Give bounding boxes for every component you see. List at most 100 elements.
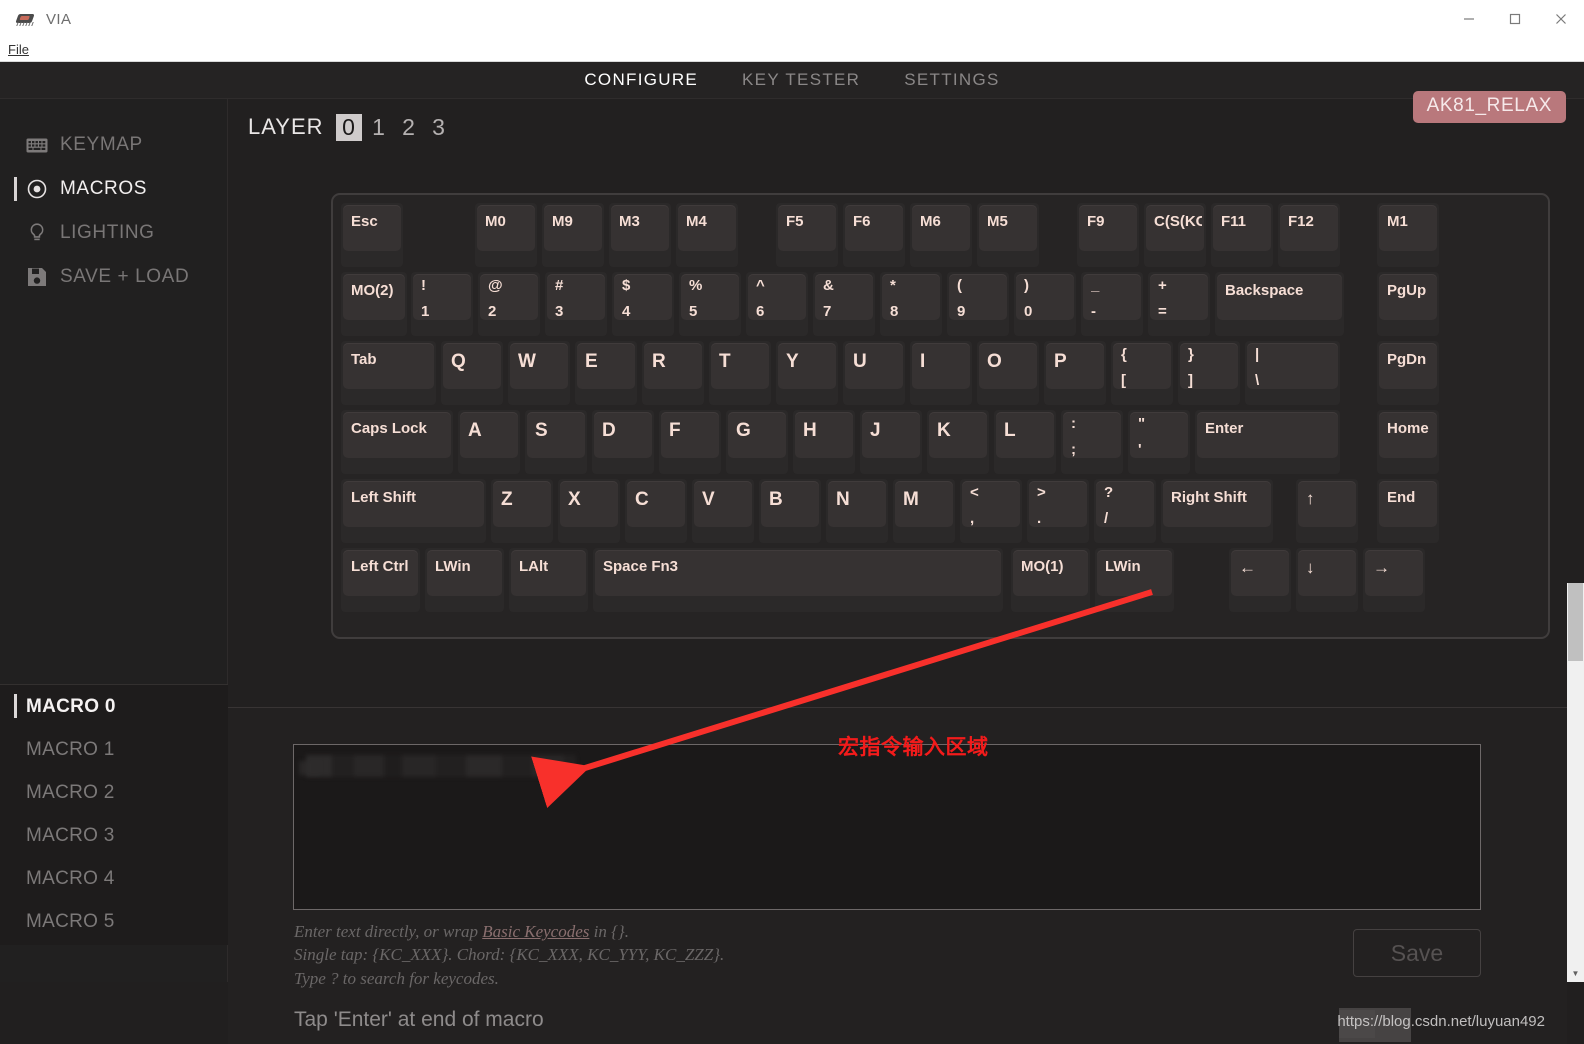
key-[interactable]: @2 [478,272,540,336]
sidebar-item-keymap[interactable]: KEYMAP [0,123,227,167]
scroll-down-icon[interactable]: ▼ [1567,965,1584,982]
key-[interactable]: | \ [1245,341,1340,405]
key-q[interactable]: Q [441,341,503,405]
key-f[interactable]: F [659,410,721,474]
key-lwin[interactable]: LWin [1095,548,1174,612]
key-f6[interactable]: F6 [843,203,905,267]
key-f12[interactable]: F12 [1278,203,1340,267]
key-[interactable]: {[ [1111,341,1173,405]
key-pgup[interactable]: PgUp [1377,272,1439,336]
key-end[interactable]: End [1377,479,1439,543]
key-tab[interactable]: Tab [341,341,436,405]
tab-settings[interactable]: SETTINGS [904,70,999,90]
key-u[interactable]: U [843,341,905,405]
key-r[interactable]: R [642,341,704,405]
key-[interactable]: * 8 [880,272,942,336]
sidebar-item-macros[interactable]: MACROS [0,167,227,211]
key-[interactable]: (9 [947,272,1009,336]
key-[interactable]: }] [1178,341,1240,405]
minimize-button[interactable] [1446,0,1492,38]
save-button[interactable]: Save [1353,929,1481,977]
key-[interactable]: ^ 6 [746,272,808,336]
key-[interactable]: → [1363,548,1425,612]
tab-key-tester[interactable]: KEY TESTER [742,70,860,90]
key-caps-lock[interactable]: Caps Lock [341,410,453,474]
key-[interactable]: $4 [612,272,674,336]
list-item[interactable]: MACRO 3 [0,814,228,857]
key-[interactable]: #3 [545,272,607,336]
key-lwin[interactable]: LWin [425,548,504,612]
key-m3[interactable]: M3 [609,203,671,267]
key-[interactable]: <, [960,479,1022,543]
key-[interactable]: " ' [1128,410,1190,474]
key-m0[interactable]: M0 [475,203,537,267]
key-v[interactable]: V [692,479,754,543]
key-s[interactable]: S [525,410,587,474]
key-d[interactable]: D [592,410,654,474]
key-f5[interactable]: F5 [776,203,838,267]
key-w[interactable]: W [508,341,570,405]
key-n[interactable]: N [826,479,888,543]
tab-configure[interactable]: CONFIGURE [584,70,698,90]
key-t[interactable]: T [709,341,771,405]
key-j[interactable]: J [860,410,922,474]
key-a[interactable]: A [458,410,520,474]
key-mo-1[interactable]: MO(1) [1011,548,1090,612]
key-right-shift[interactable]: Right Shift [1161,479,1273,543]
key-p[interactable]: P [1044,341,1106,405]
key-lalt[interactable]: LAlt [509,548,588,612]
key-e[interactable]: E [575,341,637,405]
key-m5[interactable]: M5 [977,203,1039,267]
menu-item-file[interactable]: File [8,42,29,57]
sidebar-item-lighting[interactable]: LIGHTING [0,211,227,255]
list-item[interactable]: MACRO 1 [0,728,228,771]
key-c[interactable]: C [625,479,687,543]
key-f9[interactable]: F9 [1077,203,1139,267]
key-home[interactable]: Home [1377,410,1439,474]
key-m6[interactable]: M6 [910,203,972,267]
key-m[interactable]: M [893,479,955,543]
key-o[interactable]: O [977,341,1039,405]
key-z[interactable]: Z [491,479,553,543]
key-[interactable]: ← [1229,548,1291,612]
key-backspace[interactable]: Backspace [1215,272,1344,336]
page-scrollbar[interactable]: ▼ [1567,583,1584,982]
key-mo-2[interactable]: MO(2) [341,272,407,336]
layer-button-0[interactable]: 0 [335,113,362,141]
key-[interactable]: ↑ [1296,479,1358,543]
key-[interactable]: ? / [1094,479,1156,543]
key-h[interactable]: H [793,410,855,474]
key-m1[interactable]: M1 [1377,203,1439,267]
macro-input[interactable] [293,744,1481,910]
key-[interactable]: :; [1061,410,1123,474]
key-left-shift[interactable]: Left Shift [341,479,486,543]
key-[interactable]: ! 1 [411,272,473,336]
key-x[interactable]: X [558,479,620,543]
layer-button-3[interactable]: 3 [426,114,452,141]
key-g[interactable]: G [726,410,788,474]
sidebar-item-save-load[interactable]: SAVE + LOAD [0,255,227,299]
list-item[interactable]: MACRO 4 [0,857,228,900]
key-pgdn[interactable]: PgDn [1377,341,1439,405]
key-esc[interactable]: Esc [341,203,403,267]
list-item[interactable]: MACRO 6 [0,943,228,945]
key-left-ctrl[interactable]: Left Ctrl [341,548,420,612]
key-enter[interactable]: Enter [1195,410,1340,474]
key-y[interactable]: Y [776,341,838,405]
key-l[interactable]: L [994,410,1056,474]
layer-button-2[interactable]: 2 [396,114,422,141]
list-item[interactable]: MACRO 2 [0,771,228,814]
key-[interactable]: >. [1027,479,1089,543]
key-[interactable]: & 7 [813,272,875,336]
key-[interactable]: % 5 [679,272,741,336]
key-[interactable]: ) 0 [1014,272,1076,336]
maximize-button[interactable] [1492,0,1538,38]
key-k[interactable]: K [927,410,989,474]
key-b[interactable]: B [759,479,821,543]
close-button[interactable] [1538,0,1584,38]
list-item[interactable]: MACRO 0 [0,685,228,728]
key-m4[interactable]: M4 [676,203,738,267]
key-[interactable]: + = [1148,272,1210,336]
keyboard-layout[interactable]: EscM0M9M3M4F5F6M6M5F9C(S(KC_F11F12M1MO(2… [331,193,1550,639]
key-[interactable]: ↓ [1296,548,1358,612]
